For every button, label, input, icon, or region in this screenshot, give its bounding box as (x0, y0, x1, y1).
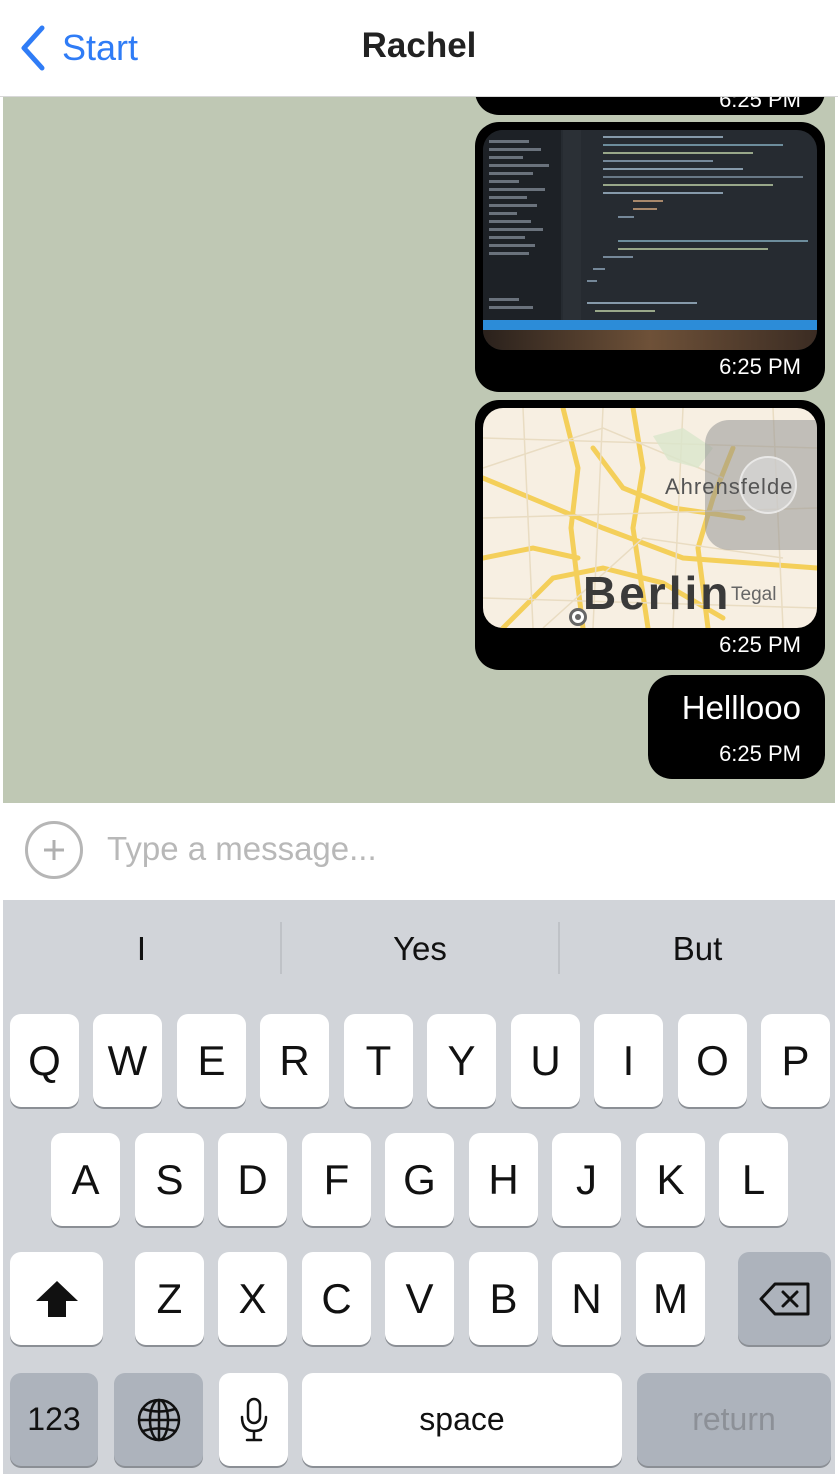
key-z[interactable]: Z (135, 1252, 204, 1345)
key-b[interactable]: B (469, 1252, 538, 1345)
microphone-icon (240, 1397, 267, 1441)
return-key[interactable]: return (637, 1373, 831, 1466)
map-image[interactable]: Ahrensfelde Tegal Berlin (483, 408, 817, 628)
key-c[interactable]: C (302, 1252, 371, 1345)
globe-key[interactable] (114, 1373, 203, 1466)
key-q[interactable]: Q (10, 1014, 79, 1107)
message-time: 6:25 PM (719, 97, 801, 112)
editor-gutter (563, 130, 581, 320)
key-n[interactable]: N (552, 1252, 621, 1345)
key-d[interactable]: D (218, 1133, 287, 1226)
message-text: Helllooo (681, 689, 801, 726)
map-label-city: Berlin (583, 567, 732, 619)
editor-status-bar (483, 320, 817, 330)
key-x[interactable]: X (218, 1252, 287, 1345)
code-screenshot-image[interactable] (483, 130, 817, 350)
map-label-area: Ahrensfelde (665, 474, 794, 499)
key-w[interactable]: W (93, 1014, 162, 1107)
key-u[interactable]: U (511, 1014, 580, 1107)
suggestion-2[interactable]: Yes (282, 922, 558, 976)
key-e[interactable]: E (177, 1014, 246, 1107)
keyboard: I Yes But Q W E R T Y U I O P A S D F G … (3, 900, 835, 1474)
suggestion-3[interactable]: But (560, 922, 835, 976)
image-message-bubble[interactable]: 6:25 PM (475, 122, 825, 392)
key-i[interactable]: I (594, 1014, 663, 1107)
editor-sidebar (483, 130, 561, 320)
space-key[interactable]: space (302, 1373, 622, 1466)
shift-key[interactable] (10, 1252, 103, 1345)
message-time: 6:25 PM (719, 354, 801, 379)
key-r[interactable]: R (260, 1014, 329, 1107)
message-time: 6:25 PM (719, 741, 801, 766)
key-l[interactable]: L (719, 1133, 788, 1226)
message-input[interactable] (107, 819, 807, 879)
key-m[interactable]: M (636, 1252, 705, 1345)
key-h[interactable]: H (469, 1133, 538, 1226)
key-f[interactable]: F (302, 1133, 371, 1226)
add-attachment-button[interactable] (25, 821, 83, 879)
key-p[interactable]: P (761, 1014, 830, 1107)
delete-key[interactable] (738, 1252, 831, 1345)
map-label-district: Tegal (731, 584, 777, 605)
page-title: Rachel (361, 26, 477, 65)
location-message-bubble[interactable]: Ahrensfelde Tegal Berlin 6:25 PM (475, 400, 825, 670)
key-s[interactable]: S (135, 1133, 204, 1226)
map-pin-icon (569, 608, 587, 626)
shift-arrow-icon (35, 1280, 78, 1317)
chat-area[interactable]: 6:25 PM 6:25 PM Ahrensfelde Tegal Berlin… (3, 97, 835, 803)
globe-icon (137, 1398, 180, 1441)
text-message-bubble[interactable]: Helllooo 6:25 PM (648, 675, 825, 779)
message-bubble[interactable]: 6:25 PM (475, 97, 825, 115)
key-v[interactable]: V (385, 1252, 454, 1345)
key-a[interactable]: A (51, 1133, 120, 1226)
key-k[interactable]: K (636, 1133, 705, 1226)
key-o[interactable]: O (678, 1014, 747, 1107)
key-y[interactable]: Y (427, 1014, 496, 1107)
dictation-key[interactable] (219, 1373, 288, 1466)
numbers-key[interactable]: 123 (10, 1373, 98, 1466)
message-time: 6:25 PM (719, 632, 801, 657)
suggestion-1[interactable]: I (3, 922, 280, 976)
suggestion-bar: I Yes But (3, 900, 835, 1000)
backspace-icon (759, 1282, 809, 1315)
key-j[interactable]: J (552, 1133, 621, 1226)
key-g[interactable]: G (385, 1133, 454, 1226)
key-t[interactable]: T (344, 1014, 413, 1107)
message-composer (3, 803, 835, 900)
nav-bar: Start Rachel (0, 0, 838, 97)
